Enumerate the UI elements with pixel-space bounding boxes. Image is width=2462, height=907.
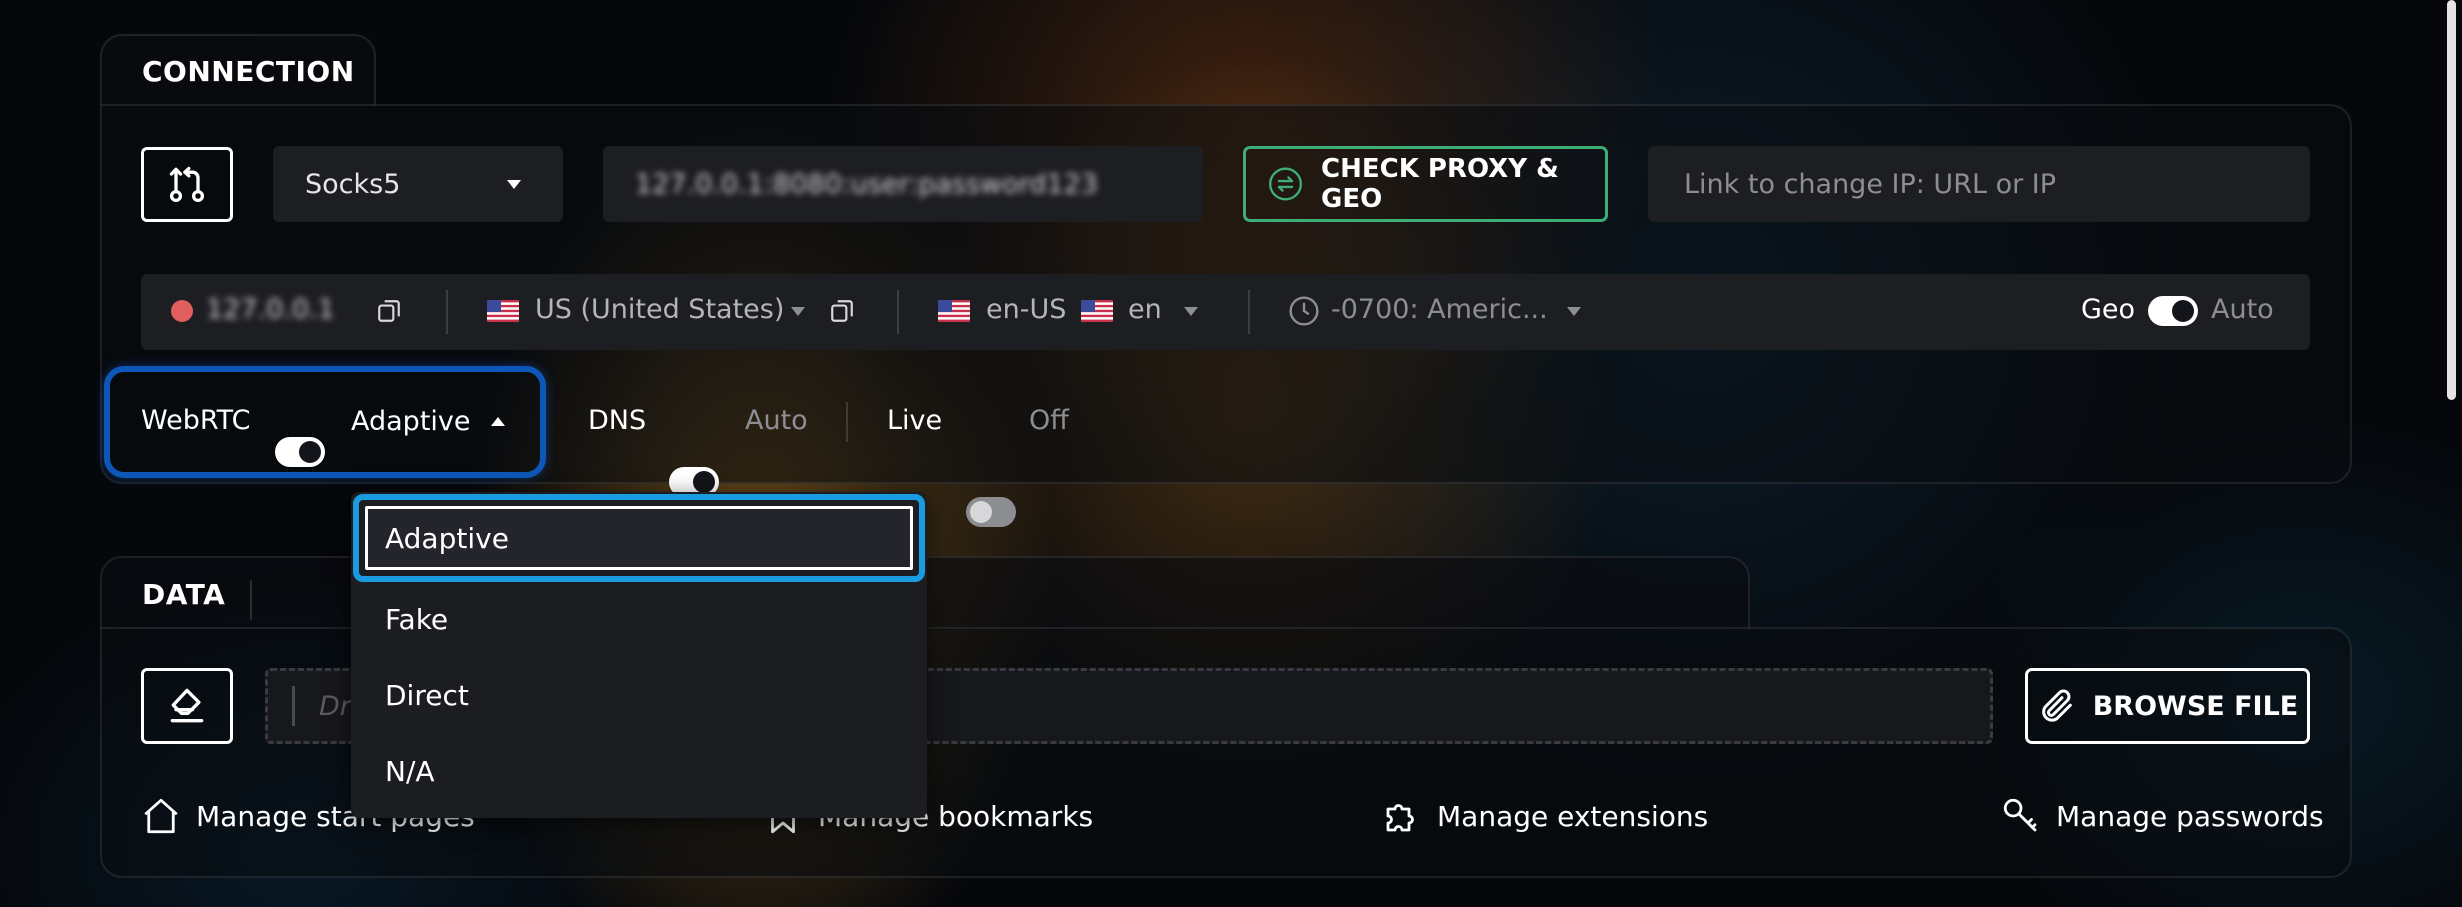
divider <box>1248 290 1250 334</box>
dns-label: DNS <box>588 405 647 436</box>
live-label: Live <box>887 405 943 436</box>
us-flag-icon <box>1081 300 1113 326</box>
proxy-address-input[interactable]: 127.0.0.1:8080:user:password123 <box>603 146 1203 222</box>
change-ip-placeholder: Link to change IP: URL or IP <box>1684 168 2057 200</box>
timezone-value[interactable]: -0700: Americ... <box>1331 294 1548 325</box>
connection-tab-label: CONNECTION <box>142 54 355 88</box>
check-proxy-button[interactable]: CHECK PROXY & GEO <box>1243 146 1608 222</box>
manage-extensions-link[interactable]: Manage extensions <box>1381 795 1708 837</box>
chevron-down-icon[interactable] <box>791 307 805 316</box>
menu-item-direct[interactable]: Direct <box>365 664 913 726</box>
manage-extensions-label: Manage extensions <box>1437 799 1709 833</box>
proxy-address-value: 127.0.0.1:8080:user:password123 <box>635 168 1098 200</box>
live-mode: Off <box>1029 405 1069 436</box>
copy-icon[interactable] <box>376 298 402 324</box>
scrollbar-thumb[interactable] <box>2447 0 2456 400</box>
git-compare-icon <box>169 166 205 202</box>
menu-item-na[interactable]: N/A <box>365 740 913 802</box>
puzzle-icon <box>1386 804 1414 832</box>
webrtc-mode-select[interactable]: Adaptive <box>351 400 505 442</box>
us-flag-icon <box>487 300 519 326</box>
clear-data-button[interactable] <box>141 668 233 744</box>
chevron-down-icon[interactable] <box>1184 307 1198 316</box>
proxy-type-select[interactable]: Socks5 <box>273 146 563 222</box>
swap-icon <box>1269 167 1303 201</box>
chevron-down-icon[interactable] <box>1567 307 1581 316</box>
paperclip-icon <box>2041 689 2072 722</box>
geo-label: Geo <box>2081 294 2136 325</box>
eraser-icon <box>170 688 204 723</box>
divider <box>897 290 899 334</box>
tab-connection[interactable]: CONNECTION <box>100 34 376 106</box>
chevron-down-icon <box>507 180 521 189</box>
drop-zone-placeholder: Dr <box>319 690 351 722</box>
browse-file-button[interactable]: BROWSE FILE <box>2025 668 2310 744</box>
browse-file-label: BROWSE FILE <box>2092 690 2299 722</box>
proxy-type-value: Socks5 <box>305 168 401 200</box>
divider <box>250 580 252 620</box>
drop-zone-caret <box>292 686 295 726</box>
geo-mode: Auto <box>2211 294 2274 325</box>
language-primary[interactable]: en-US <box>986 294 1066 325</box>
menu-item-adaptive[interactable]: Adaptive <box>365 506 913 570</box>
proxy-mode-button[interactable] <box>141 147 233 222</box>
copy-icon[interactable] <box>829 298 855 324</box>
manage-passwords-link[interactable]: Manage passwords <box>2000 795 2324 837</box>
language-secondary[interactable]: en <box>1128 294 1162 325</box>
clock-icon <box>1289 296 1319 326</box>
key-icon <box>2003 798 2037 832</box>
divider <box>846 402 848 442</box>
menu-item-fake[interactable]: Fake <box>365 588 913 650</box>
home-icon <box>144 798 178 834</box>
menu-item-label: N/A <box>385 754 435 788</box>
check-proxy-label: CHECK PROXY & GEO <box>1321 154 1559 214</box>
webrtc-label: WebRTC <box>141 405 251 436</box>
status-dot <box>171 300 193 322</box>
data-tab-label: DATA <box>142 577 226 611</box>
country-value[interactable]: US (United States) <box>535 294 784 325</box>
webrtc-mode-value: Adaptive <box>351 405 471 437</box>
ip-value: 127.0.0.1 <box>206 294 335 325</box>
us-flag-icon <box>938 300 970 326</box>
chevron-up-icon <box>490 416 505 426</box>
menu-item-label: Direct <box>385 678 469 712</box>
menu-item-label: Fake <box>385 602 449 636</box>
live-toggle[interactable] <box>966 497 1016 527</box>
dns-mode: Auto <box>745 405 808 436</box>
webrtc-toggle[interactable] <box>275 437 325 467</box>
manage-passwords-label: Manage passwords <box>2056 799 2324 833</box>
geo-info-bar <box>141 274 2310 350</box>
divider <box>446 290 448 334</box>
webrtc-dropdown-menu: Adaptive Fake Direct N/A <box>351 492 927 818</box>
geo-toggle[interactable] <box>2148 296 2198 326</box>
change-ip-input[interactable]: Link to change IP: URL or IP <box>1648 146 2310 222</box>
menu-item-label: Adaptive <box>385 521 509 555</box>
